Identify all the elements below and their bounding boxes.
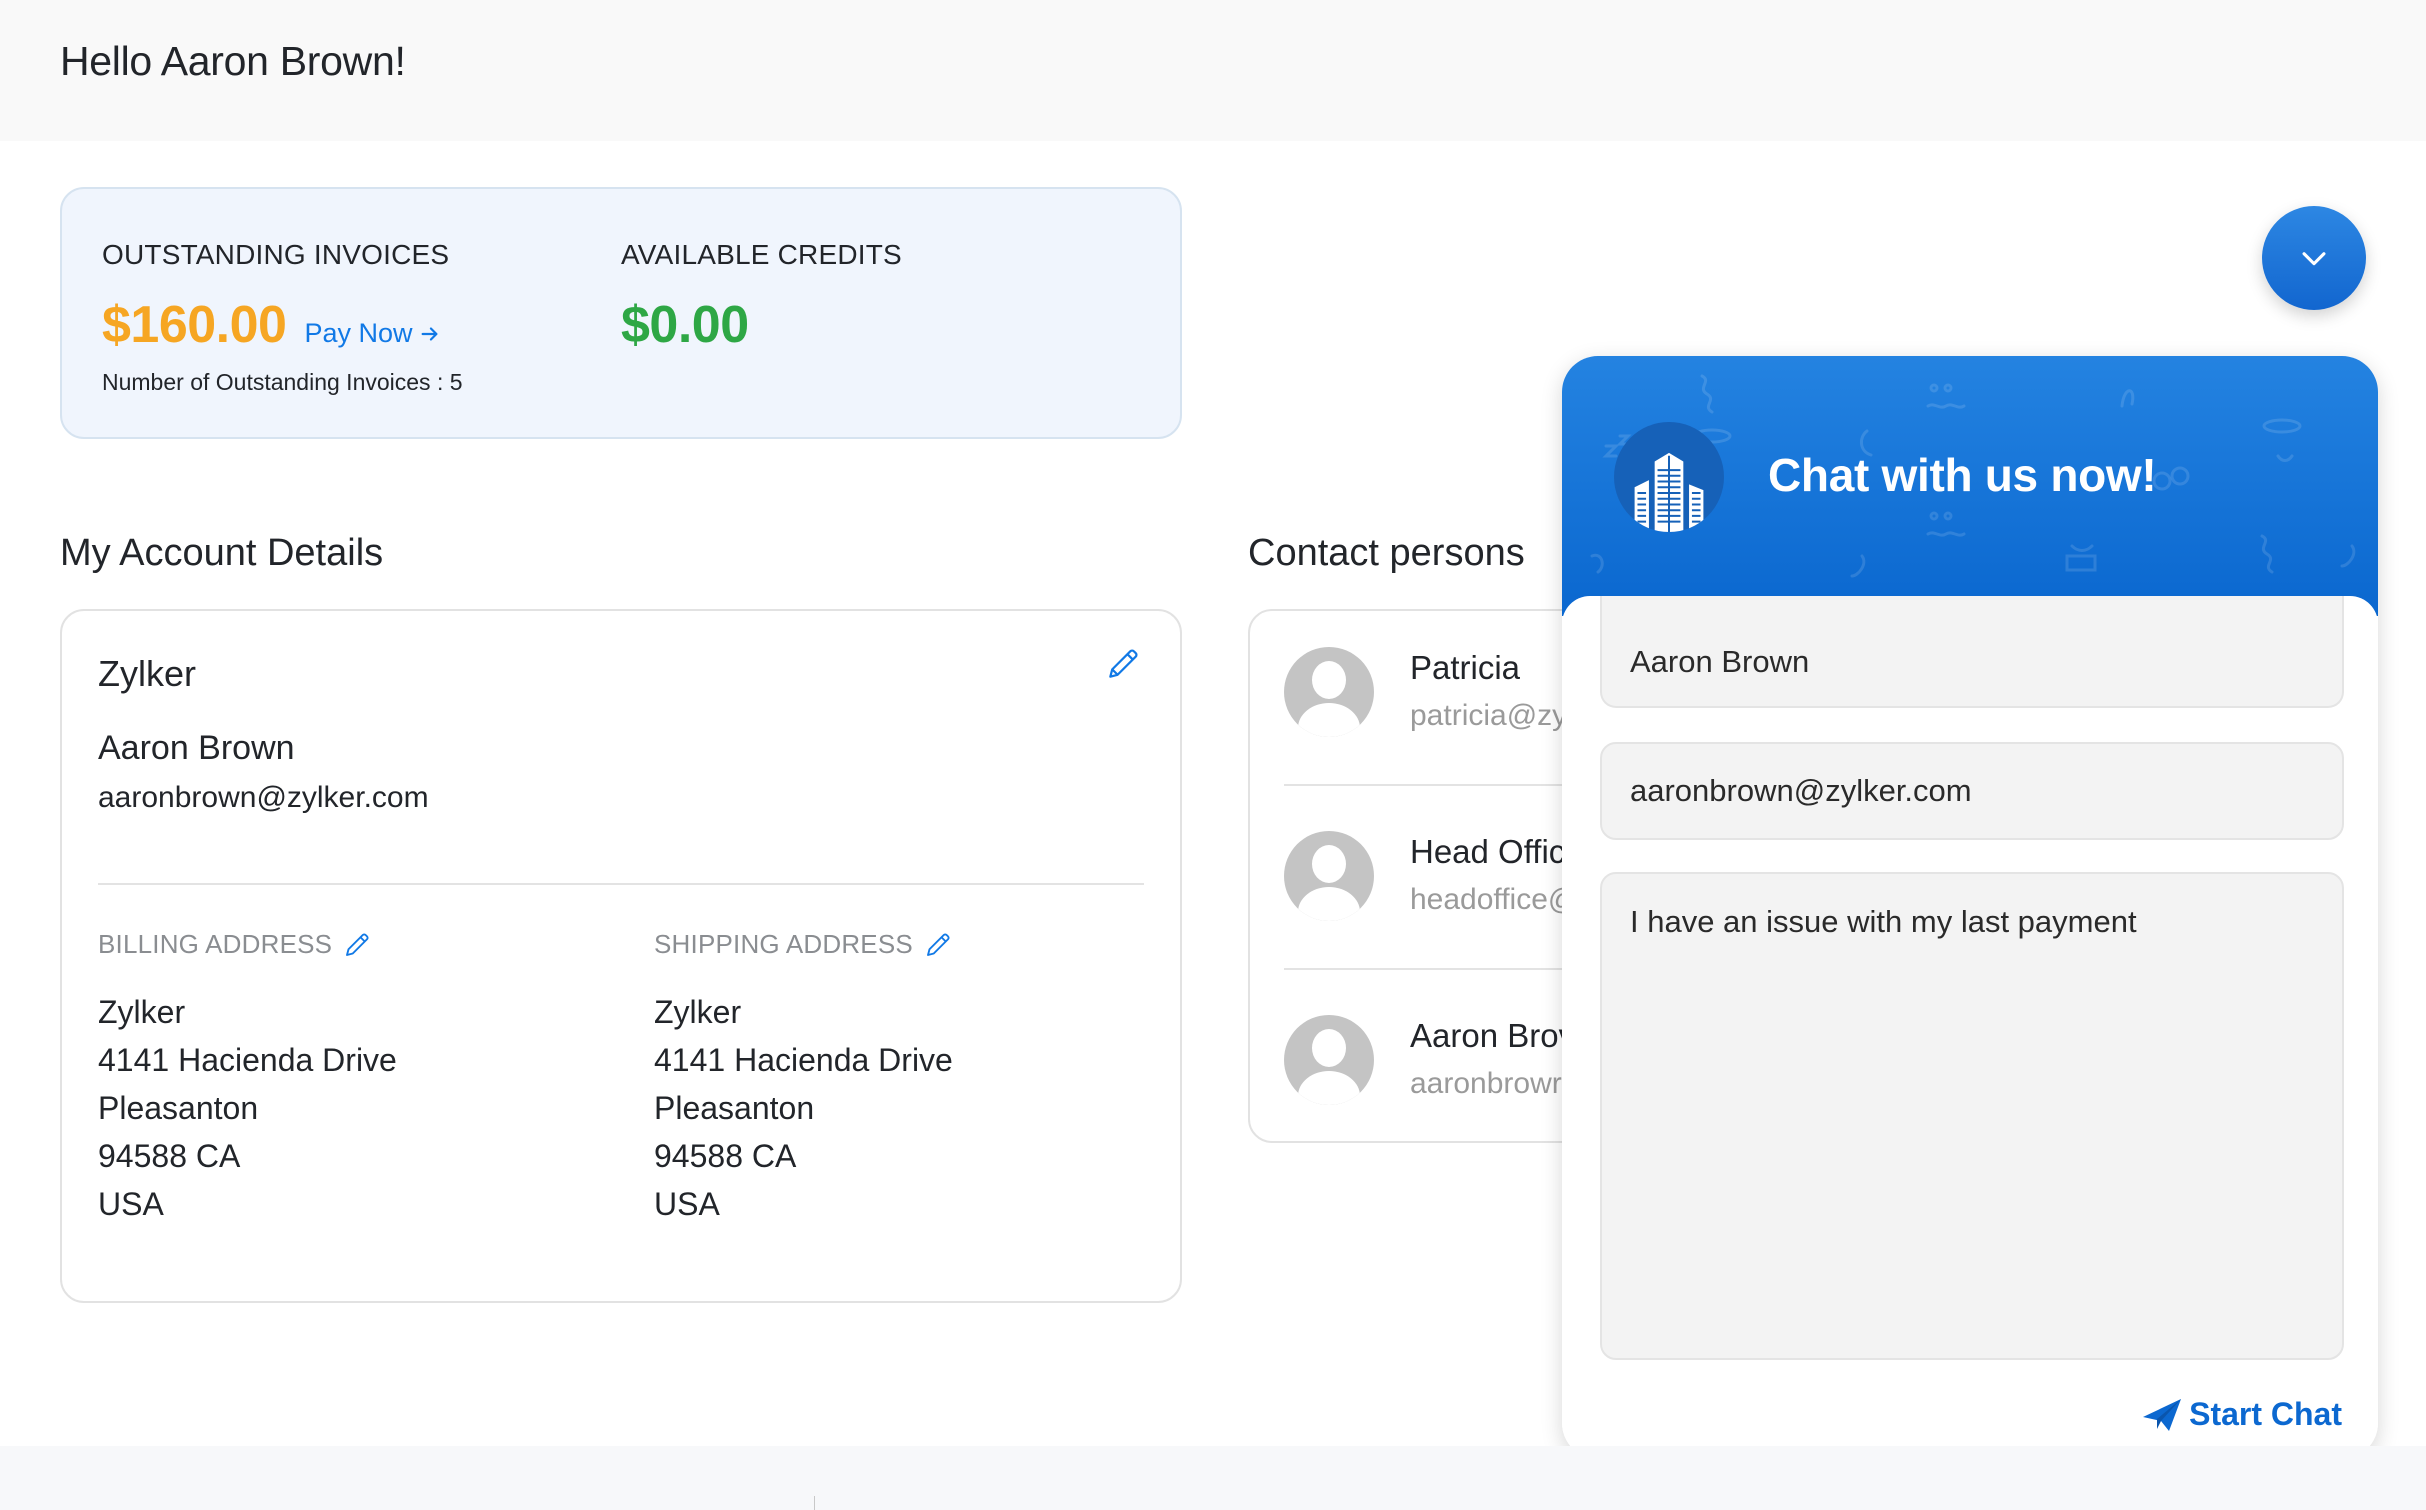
arrow-right-icon — [421, 326, 438, 341]
billing-address: BILLING ADDRESS Zylker 4141 Hacienda Dri… — [98, 929, 397, 1228]
shipping-address-line: USA — [654, 1186, 720, 1222]
contact-item-email: headoffice@ — [1410, 883, 1579, 916]
contact-item-name: Aaron Brov — [1410, 1017, 1576, 1054]
chat-widget: Chat with us now! I have an issue with m… — [1562, 356, 2378, 1459]
avatar-icon — [1284, 647, 1374, 737]
shipping-address-label: SHIPPING ADDRESS — [654, 929, 913, 959]
chat-email-input[interactable] — [1600, 742, 2344, 840]
outstanding-amount: $160.00 — [102, 296, 287, 354]
contact-item-name: Head Offic — [1410, 833, 1566, 870]
start-chat-button[interactable]: Start Chat — [2143, 1396, 2342, 1433]
company-name: Zylker — [98, 653, 196, 694]
company-logo — [1614, 422, 1724, 532]
contact-persons-heading: Contact persons — [1248, 532, 1525, 574]
chat-message-textarea[interactable]: I have an issue with my last payment — [1600, 872, 2344, 1360]
chat-title: Chat with us now! — [1768, 449, 2157, 501]
contact-item-email: patricia@zy — [1410, 699, 1568, 732]
pay-now-link[interactable]: Pay Now — [304, 318, 440, 349]
paper-plane-icon — [2143, 1398, 2182, 1431]
shipping-address-line: 4141 Hacienda Drive — [654, 1042, 953, 1078]
footer — [0, 1446, 2426, 1510]
footer-divider — [814, 1496, 815, 1510]
balance-summary-card: OUTSTANDING INVOICES $160.00 Pay Now Num… — [60, 187, 1182, 439]
account-details-heading: My Account Details — [60, 532, 384, 574]
edit-account-pencil-icon[interactable] — [1104, 645, 1142, 683]
billing-address-line: Pleasanton — [98, 1090, 259, 1126]
edit-shipping-pencil-icon[interactable] — [923, 930, 953, 960]
greeting-title: Hello Aaron Brown! — [60, 38, 406, 84]
billing-address-line: 4141 Hacienda Drive — [98, 1042, 397, 1078]
credits-amount: $0.00 — [621, 296, 749, 354]
shipping-address-line: Zylker — [654, 994, 742, 1030]
contact-item-name: Patricia — [1410, 649, 1521, 686]
chat-form: I have an issue with my last payment Sta… — [1562, 596, 2378, 1459]
contact-name: Aaron Brown — [98, 729, 295, 767]
billing-address-line: USA — [98, 1186, 164, 1222]
account-details-card: Zylker Aaron Brown aaronbrown@zylker.com… — [60, 609, 1182, 1303]
contact-email: aaronbrown@zylker.com — [98, 781, 429, 814]
building-icon — [1634, 452, 1704, 532]
chat-name-input[interactable] — [1600, 596, 2344, 708]
avatar-icon — [1284, 831, 1374, 921]
chevron-down-icon — [2302, 252, 2326, 266]
edit-billing-pencil-icon[interactable] — [342, 930, 372, 960]
shipping-address-line: 94588 CA — [654, 1138, 797, 1174]
shipping-address-line: Pleasanton — [654, 1090, 815, 1126]
top-bar: Hello Aaron Brown! — [0, 0, 2426, 141]
contact-item-email: aaronbrowr — [1410, 1067, 1562, 1100]
outstanding-invoices-label: OUTSTANDING INVOICES — [102, 239, 450, 270]
account-divider — [98, 883, 1144, 885]
chat-header: Chat with us now! — [1562, 356, 2378, 616]
billing-address-line: 94588 CA — [98, 1138, 241, 1174]
pay-now-label: Pay Now — [304, 318, 413, 348]
outstanding-invoices-block: OUTSTANDING INVOICES $160.00 Pay Now Num… — [102, 239, 463, 396]
outstanding-count: Number of Outstanding Invoices : 5 — [102, 369, 463, 395]
chat-toggle-button[interactable] — [2262, 206, 2366, 310]
billing-address-label: BILLING ADDRESS — [98, 929, 333, 959]
shipping-address: SHIPPING ADDRESS Zylker 4141 Hacienda Dr… — [654, 929, 953, 1228]
billing-address-line: Zylker — [98, 994, 186, 1030]
available-credits-block: AVAILABLE CREDITS $0.00 — [621, 239, 902, 355]
available-credits-label: AVAILABLE CREDITS — [621, 239, 902, 270]
start-chat-label: Start Chat — [2189, 1396, 2342, 1432]
avatar-icon — [1284, 1015, 1374, 1105]
